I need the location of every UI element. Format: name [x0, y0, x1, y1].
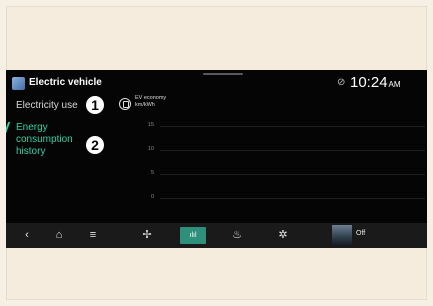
- callout-1: 1: [86, 96, 104, 114]
- ev-economy-unit: km/kWh: [135, 102, 155, 108]
- clock-ampm: AM: [388, 80, 401, 89]
- infotainment-screen: Electric vehicle ⊘ 10:24AM Electricity u…: [6, 70, 427, 248]
- menu-icon[interactable]: ≡: [86, 227, 100, 244]
- media-thumbnail[interactable]: [332, 225, 352, 246]
- media-status[interactable]: Off: [356, 230, 365, 237]
- clock: 10:24AM: [350, 74, 401, 93]
- drag-handle[interactable]: [203, 73, 243, 75]
- back-icon[interactable]: ‹: [20, 227, 34, 244]
- ev-economy-title: EV economy: [135, 95, 167, 101]
- home-icon[interactable]: ⌂: [52, 227, 66, 244]
- clock-time: 10:24: [350, 74, 388, 91]
- energy-chart-icon[interactable]: ılıl: [180, 227, 206, 244]
- settings-gear-icon[interactable]: ✲: [276, 227, 290, 244]
- seat-heat-icon[interactable]: ♨: [230, 227, 244, 244]
- grid-line: [160, 150, 425, 151]
- grid-line: [160, 174, 425, 175]
- y-tick-label: 15: [147, 122, 154, 128]
- ev-app-icon: [12, 77, 25, 90]
- signal-icon: ⊘: [337, 77, 346, 88]
- bottom-dock: Off ‹ ⌂ ≡ ✢ ılıl ♨ ✲: [6, 223, 427, 248]
- callout-2: 2: [86, 136, 104, 154]
- grid-line: [160, 126, 425, 127]
- ev-economy-label: EV economy km/kWh: [135, 95, 166, 109]
- y-tick-label: 0: [150, 194, 154, 200]
- energy-chart: 15 10 5 0: [136, 120, 427, 210]
- app-title: Electric vehicle: [29, 77, 102, 88]
- ev-gauge-icon: [119, 98, 131, 110]
- menu-item-electricity-use[interactable]: Electricity use: [16, 100, 78, 112]
- active-indicator: [6, 122, 12, 134]
- fan-icon[interactable]: ✢: [140, 227, 154, 244]
- y-tick-label: 10: [147, 146, 154, 152]
- menu-item-energy-history[interactable]: Energy consumption history: [16, 122, 86, 158]
- y-tick-label: 5: [150, 170, 154, 176]
- grid-line: [160, 198, 425, 199]
